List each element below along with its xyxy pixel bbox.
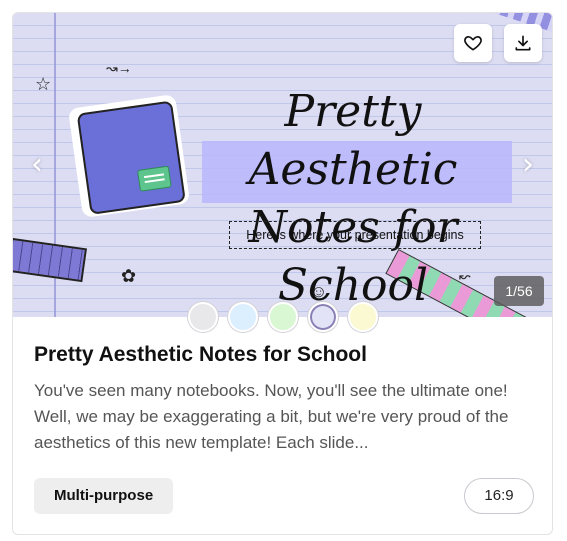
slide-preview[interactable]: ☆ ✿ ☺ ↝→ ↜ Pretty Aesthetic Notes for Sc… bbox=[13, 13, 552, 317]
slide-title: Pretty Aesthetic Notes for School bbox=[248, 86, 458, 311]
color-swatch[interactable] bbox=[308, 302, 338, 332]
color-swatches bbox=[188, 302, 378, 332]
category-tag[interactable]: Multi-purpose bbox=[34, 478, 174, 514]
arrow-doodle-icon: ↝→ bbox=[106, 60, 132, 76]
color-swatch[interactable] bbox=[268, 302, 298, 332]
star-doodle-icon: ☆ bbox=[35, 74, 52, 94]
chevron-left-icon: ‹ bbox=[31, 147, 43, 182]
keyboard-sticker-decoration bbox=[13, 237, 87, 283]
template-title[interactable]: Pretty Aesthetic Notes for School bbox=[34, 343, 534, 367]
template-card[interactable]: ☆ ✿ ☺ ↝→ ↜ Pretty Aesthetic Notes for Sc… bbox=[12, 12, 553, 535]
color-swatch[interactable] bbox=[348, 302, 378, 332]
color-swatch[interactable] bbox=[228, 302, 258, 332]
favorite-button[interactable] bbox=[454, 24, 492, 62]
download-icon bbox=[515, 35, 531, 51]
previous-slide-button[interactable]: ‹ bbox=[27, 150, 47, 180]
template-description: You've seen many notebooks. Now, you'll … bbox=[34, 381, 509, 452]
slide-counter: 1/56 bbox=[494, 276, 544, 306]
download-button[interactable] bbox=[504, 24, 542, 62]
notebook-illustration bbox=[67, 94, 191, 218]
aspect-ratio-badge: 16:9 bbox=[464, 478, 534, 514]
chevron-right-icon: › bbox=[522, 147, 534, 182]
flower-doodle-icon: ✿ bbox=[121, 266, 137, 286]
next-slide-button[interactable]: › bbox=[518, 150, 538, 180]
slide-subtitle: Here is where your presentation begins bbox=[229, 221, 481, 249]
heart-icon bbox=[464, 36, 482, 51]
color-swatch[interactable] bbox=[188, 302, 218, 332]
